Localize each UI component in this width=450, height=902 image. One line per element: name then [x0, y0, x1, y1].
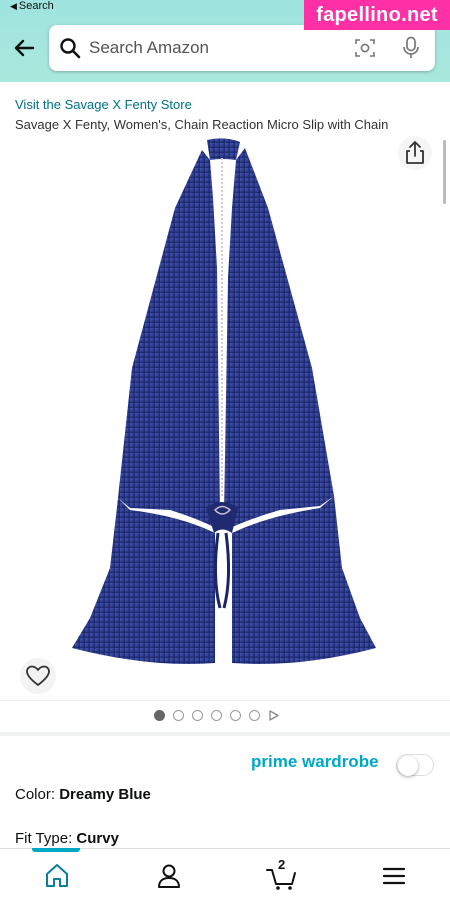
- back-arrow-icon[interactable]: [12, 36, 36, 60]
- account-icon[interactable]: [156, 861, 182, 891]
- share-icon: [406, 141, 424, 164]
- prime-wardrobe-toggle[interactable]: [396, 754, 434, 776]
- fit-type-option: Fit Type: Curvy: [15, 830, 119, 847]
- status-back-link[interactable]: ◀ Search: [10, 0, 54, 12]
- share-button[interactable]: [398, 136, 432, 170]
- carousel-dot[interactable]: [211, 709, 222, 721]
- prime-wardrobe-label: prime wardrobe: [251, 752, 379, 771]
- cart-count-badge: 2: [278, 857, 286, 872]
- color-value: Dreamy Blue: [59, 786, 151, 803]
- product-image[interactable]: [0, 138, 450, 698]
- carousel-dot[interactable]: [249, 709, 260, 721]
- watermark: fapellino.net: [304, 0, 450, 30]
- active-tab-indicator: [32, 848, 80, 852]
- microphone-icon[interactable]: [401, 36, 421, 60]
- home-icon[interactable]: [43, 861, 71, 891]
- garment-image: [72, 138, 376, 664]
- back-triangle-icon: ◀: [10, 1, 17, 11]
- wishlist-button[interactable]: [20, 658, 56, 694]
- image-divider: [0, 700, 450, 701]
- store-link[interactable]: Visit the Savage X Fenty Store: [15, 97, 192, 112]
- menu-icon[interactable]: [382, 861, 406, 891]
- image-carousel-indicator[interactable]: [154, 708, 279, 722]
- search-icon[interactable]: [59, 37, 81, 59]
- carousel-dot[interactable]: [173, 709, 184, 721]
- video-play-icon[interactable]: [268, 709, 279, 721]
- color-option: Color: Dreamy Blue: [15, 786, 151, 803]
- bottom-navigation: [0, 848, 450, 902]
- fit-type-value: Curvy: [76, 830, 119, 847]
- search-input[interactable]: Search Amazon: [49, 25, 435, 71]
- camera-icon[interactable]: [354, 37, 376, 59]
- carousel-dot[interactable]: [192, 709, 203, 721]
- product-title: Savage X Fenty, Women's, Chain Reaction …: [15, 117, 389, 132]
- heart-icon: [26, 665, 50, 686]
- search-placeholder[interactable]: Search Amazon: [89, 38, 209, 58]
- scrollbar-thumb[interactable]: [443, 140, 446, 204]
- carousel-dot[interactable]: [154, 709, 165, 721]
- carousel-dot[interactable]: [230, 709, 241, 721]
- toggle-knob: [398, 756, 418, 776]
- section-divider: [0, 732, 450, 736]
